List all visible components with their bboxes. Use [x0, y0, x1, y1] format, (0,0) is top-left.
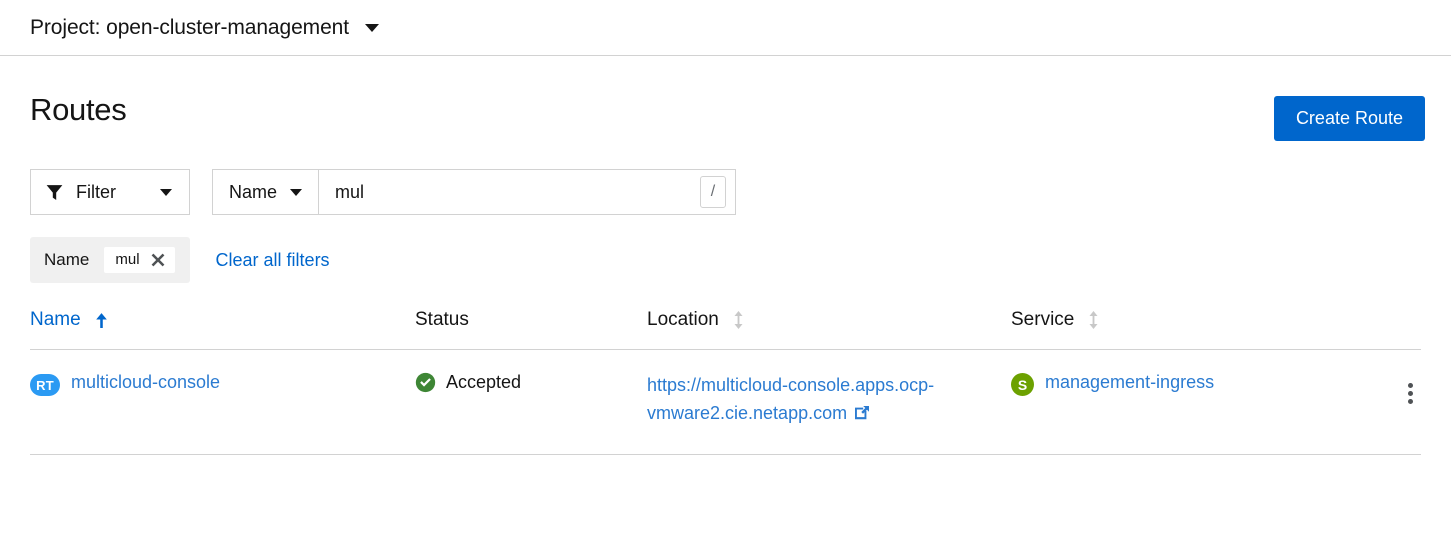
filter-dropdown-button[interactable]: Filter [30, 169, 190, 215]
cell-location: https://multicloud-console.apps.ocp-vmwa… [647, 349, 1011, 455]
applied-filters-row: Name mul Clear all filters [0, 215, 1451, 283]
column-header-service-label: Service [1011, 309, 1075, 330]
filter-dropdown-label: Filter [76, 181, 116, 202]
filter-attribute-label: Name [229, 181, 278, 202]
route-name-link[interactable]: multicloud-console [71, 372, 220, 393]
close-icon[interactable] [150, 252, 166, 268]
table-row: RT multicloud-console Accepted https://m… [30, 349, 1421, 455]
filter-chip: mul [103, 246, 176, 274]
column-header-status-label: Status [415, 309, 469, 330]
filter-chip-group-label: Name [44, 250, 90, 269]
filter-attribute-select[interactable]: Name [212, 169, 319, 215]
routes-table-wrapper: Name Status Location Service RT multiclo… [0, 283, 1451, 455]
chevron-down-icon [160, 188, 172, 196]
column-header-location[interactable]: Location [647, 309, 1011, 350]
page-title: Routes [30, 92, 127, 127]
sort-arrow-up-icon [95, 312, 108, 329]
external-link-icon [854, 405, 870, 421]
kebab-menu-icon[interactable] [1400, 379, 1421, 408]
service-name-link[interactable]: management-ingress [1045, 372, 1214, 393]
routes-table: Name Status Location Service RT multiclo… [30, 309, 1421, 455]
create-route-button[interactable]: Create Route [1273, 96, 1425, 141]
filter-chip-label: mul [115, 251, 140, 268]
status-label: Accepted [446, 372, 522, 392]
service-type-badge: S [1011, 373, 1034, 396]
project-selector-toggle[interactable]: Project: open-cluster-management [30, 16, 379, 40]
route-location-link[interactable]: https://multicloud-console.apps.ocp-vmwa… [647, 372, 1011, 428]
check-circle-icon [415, 372, 436, 393]
column-header-location-label: Location [647, 309, 719, 330]
filter-chip-group: Name mul [30, 237, 190, 283]
funnel-icon [46, 184, 63, 201]
route-type-badge: RT [30, 374, 60, 396]
cell-service: S management-ingress [1011, 349, 1351, 455]
cell-name: RT multicloud-console [30, 349, 415, 455]
search-shortcut-key[interactable]: / [700, 176, 727, 208]
search-filter-group: Name / [212, 169, 737, 215]
column-header-service[interactable]: Service [1011, 309, 1351, 350]
clear-all-filters-link[interactable]: Clear all filters [216, 250, 330, 271]
sort-arrows-icon [733, 311, 744, 329]
chevron-down-icon [290, 188, 303, 196]
masthead: Project: open-cluster-management [0, 0, 1451, 56]
cell-status: Accepted [415, 349, 647, 455]
filter-toolbar: Filter Name / [0, 141, 1451, 215]
page-header: Routes Create Route [0, 56, 1451, 141]
column-header-name-label: Name [30, 309, 81, 330]
search-input[interactable] [319, 170, 736, 214]
chevron-down-icon [364, 23, 379, 32]
table-header-row: Name Status Location Service [30, 309, 1421, 350]
cell-actions [1351, 349, 1421, 455]
column-header-actions [1351, 309, 1421, 350]
route-location-text: https://multicloud-console.apps.ocp-vmwa… [647, 375, 935, 423]
project-selector-label: Project: open-cluster-management [30, 15, 349, 39]
column-header-status[interactable]: Status [415, 309, 647, 350]
column-header-name[interactable]: Name [30, 309, 415, 350]
sort-arrows-icon [1088, 311, 1099, 329]
search-input-wrapper: / [318, 169, 737, 215]
